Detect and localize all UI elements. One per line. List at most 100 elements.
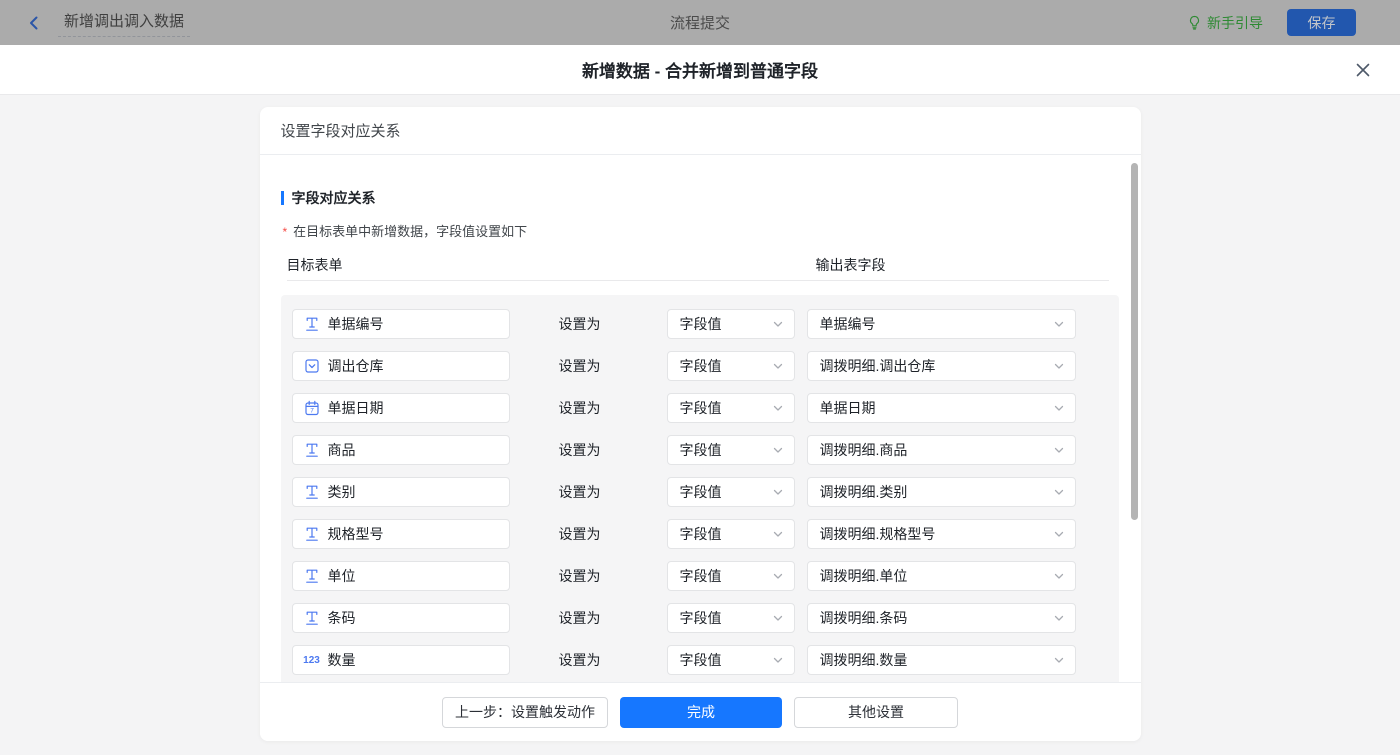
value-type-dropdown[interactable]: 字段值 (667, 561, 795, 591)
value-type-dropdown[interactable]: 字段值 (667, 645, 795, 675)
value-type-dropdown[interactable]: 字段值 (667, 351, 795, 381)
target-field-box: 商品 (292, 435, 510, 465)
column-target-form: 目标表单 (287, 255, 343, 275)
modal-titlebar: 新增数据 - 合并新增到普通字段 (0, 45, 1400, 95)
modal-title: 新增数据 - 合并新增到普通字段 (582, 57, 818, 82)
value-type-dropdown[interactable]: 字段值 (667, 393, 795, 423)
set-to-label: 设置为 (559, 566, 667, 586)
set-to-label: 设置为 (559, 650, 667, 670)
other-settings-button[interactable]: 其他设置 (794, 697, 958, 728)
close-icon (1355, 62, 1371, 78)
text-field-icon (303, 484, 321, 500)
target-field-label: 数量 (328, 650, 356, 670)
chevron-down-icon (1053, 444, 1065, 456)
mapping-row: 商品 设置为 字段值 调拨明细.商品 (292, 435, 1108, 465)
beginner-guide-link[interactable]: 新手引导 (1187, 13, 1263, 33)
target-field-box: 单据编号 (292, 309, 510, 339)
source-field-value: 单据编号 (820, 314, 1053, 334)
chevron-down-icon (772, 528, 784, 540)
scrollbar-thumb[interactable] (1131, 163, 1138, 520)
chevron-down-icon (1053, 612, 1065, 624)
source-field-dropdown[interactable]: 调拨明细.单位 (807, 561, 1076, 591)
text-field-icon (303, 316, 321, 332)
chevron-down-icon (1053, 570, 1065, 582)
done-button[interactable]: 完成 (620, 697, 782, 728)
source-field-value: 调拨明细.商品 (820, 440, 1053, 460)
select-field-icon (303, 358, 321, 374)
chevron-down-icon (1053, 318, 1065, 330)
chevron-down-icon (1053, 486, 1065, 498)
required-note: *在目标表单中新增数据，字段值设置如下 (281, 221, 1119, 240)
chevron-down-icon (772, 570, 784, 582)
back-arrow-icon (26, 15, 42, 31)
mapping-row: 条码 设置为 字段值 调拨明细.条码 (292, 603, 1108, 633)
chevron-down-icon (772, 612, 784, 624)
source-field-value: 单据日期 (820, 398, 1053, 418)
value-type-value: 字段值 (680, 566, 772, 586)
required-asterisk: * (283, 225, 288, 239)
set-to-label: 设置为 (559, 524, 667, 544)
source-field-dropdown[interactable]: 调拨明细.调出仓库 (807, 351, 1076, 381)
target-field-label: 规格型号 (328, 524, 384, 544)
source-field-dropdown[interactable]: 调拨明细.条码 (807, 603, 1076, 633)
target-field-label: 条码 (328, 608, 356, 628)
panel-title: 设置字段对应关系 (260, 107, 1141, 155)
value-type-dropdown[interactable]: 字段值 (667, 477, 795, 507)
set-to-label: 设置为 (559, 608, 667, 628)
target-field-box: 单位 (292, 561, 510, 591)
column-output-field: 输出表字段 (816, 255, 886, 275)
value-type-value: 字段值 (680, 608, 772, 628)
value-type-dropdown[interactable]: 字段值 (667, 309, 795, 339)
source-field-dropdown[interactable]: 单据编号 (807, 309, 1076, 339)
close-button[interactable] (1351, 58, 1375, 82)
lightbulb-icon (1187, 15, 1202, 30)
text-field-icon (303, 568, 321, 584)
target-field-label: 单位 (328, 566, 356, 586)
source-field-value: 调拨明细.数量 (820, 650, 1053, 670)
chevron-down-icon (772, 486, 784, 498)
column-headers: 目标表单 输出表字段 (281, 255, 1119, 272)
mapping-rows-container: 单据编号 设置为 字段值 单据编号 (281, 295, 1119, 682)
text-field-icon (303, 610, 321, 626)
target-field-box: 条码 (292, 603, 510, 633)
chevron-down-icon (772, 402, 784, 414)
save-button[interactable]: 保存 (1287, 9, 1356, 36)
source-field-dropdown[interactable]: 单据日期 (807, 393, 1076, 423)
value-type-value: 字段值 (680, 440, 772, 460)
source-field-value: 调拨明细.调出仓库 (820, 356, 1053, 376)
target-field-box: 7 单据日期 (292, 393, 510, 423)
target-field-box: 123 数量 (292, 645, 510, 675)
chevron-down-icon (772, 360, 784, 372)
target-field-label: 商品 (328, 440, 356, 460)
back-button[interactable] (26, 15, 42, 31)
source-field-dropdown[interactable]: 调拨明细.商品 (807, 435, 1076, 465)
modal-body: 设置字段对应关系 字段对应关系 *在目标表单中新增数据，字段值设置如下 目标表单… (0, 95, 1400, 755)
previous-step-button[interactable]: 上一步：设置触发动作 (442, 697, 608, 728)
mapping-row: 123 数量 设置为 字段值 调拨明细.数量 (292, 645, 1108, 675)
target-field-label: 类别 (328, 482, 356, 502)
value-type-value: 字段值 (680, 398, 772, 418)
section-title: 字段对应关系 (292, 188, 376, 208)
value-type-value: 字段值 (680, 482, 772, 502)
target-field-label: 调出仓库 (328, 356, 384, 376)
field-mapping-panel: 设置字段对应关系 字段对应关系 *在目标表单中新增数据，字段值设置如下 目标表单… (260, 107, 1141, 741)
value-type-dropdown[interactable]: 字段值 (667, 435, 795, 465)
value-type-value: 字段值 (680, 524, 772, 544)
target-field-box: 规格型号 (292, 519, 510, 549)
source-field-dropdown[interactable]: 调拨明细.数量 (807, 645, 1076, 675)
source-field-dropdown[interactable]: 调拨明细.类别 (807, 477, 1076, 507)
chevron-down-icon (772, 444, 784, 456)
value-type-value: 字段值 (680, 314, 772, 334)
chevron-down-icon (1053, 360, 1065, 372)
flow-name[interactable]: 新增调出调入数据 (58, 8, 190, 37)
source-field-dropdown[interactable]: 调拨明细.规格型号 (807, 519, 1076, 549)
value-type-dropdown[interactable]: 字段值 (667, 519, 795, 549)
date-field-icon: 7 (303, 400, 321, 416)
value-type-dropdown[interactable]: 字段值 (667, 603, 795, 633)
value-type-value: 字段值 (680, 356, 772, 376)
mapping-row: 调出仓库 设置为 字段值 调拨明细.调出仓库 (292, 351, 1108, 381)
source-field-value: 调拨明细.规格型号 (820, 524, 1053, 544)
set-to-label: 设置为 (559, 314, 667, 334)
guide-label: 新手引导 (1207, 13, 1263, 33)
panel-scroll-area[interactable]: 字段对应关系 *在目标表单中新增数据，字段值设置如下 目标表单 输出表字段 (260, 155, 1141, 682)
